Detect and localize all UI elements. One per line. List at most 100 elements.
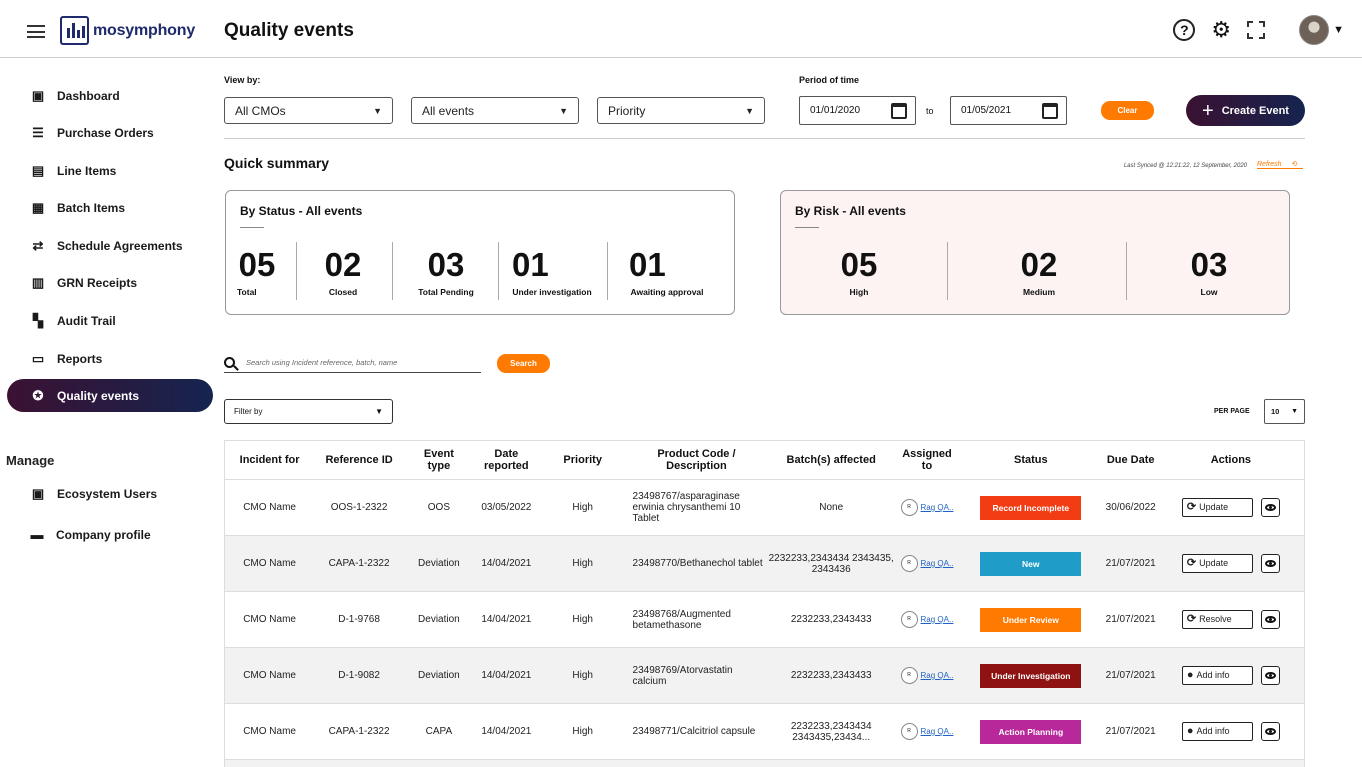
table-row[interactable]: CMO Name D-1-9768 Deviation 14/04/2021 H…	[224, 591, 1305, 648]
column-header[interactable]: Event type	[403, 440, 474, 480]
view-eye-icon[interactable]	[1260, 722, 1280, 741]
assignee-link[interactable]: Rag QA..	[921, 558, 954, 569]
stat-value: 01	[629, 246, 666, 283]
sidebar-item-label: Ecosystem Users	[57, 486, 158, 501]
column-header[interactable]: Status	[957, 440, 1104, 480]
stat-closed: 02 Closed	[318, 243, 368, 297]
actions-cell: ⟳ Resolve	[1157, 591, 1305, 648]
stat-label: Total	[237, 287, 257, 297]
table-row[interactable]: CMO Name CAPA-1-2322 Deviation 14/04/202…	[224, 535, 1305, 592]
chevron-down-icon: ▼	[373, 105, 382, 116]
sidebar-item-reports[interactable]: ▭ Reports	[7, 342, 213, 375]
page-title: Quality events	[224, 20, 354, 41]
priority-cell: High	[538, 479, 627, 536]
assignee-link[interactable]: Rag QA..	[921, 502, 954, 513]
settings-icon[interactable]: ⚙	[1211, 19, 1231, 41]
assignee-link[interactable]: Rag QA..	[921, 614, 954, 625]
column-header-label: Product Code / Description	[657, 448, 736, 472]
sidebar-item-label: Quality events	[57, 388, 140, 403]
column-header[interactable]: Date reported	[473, 440, 539, 480]
column-header[interactable]: Actions	[1157, 440, 1305, 480]
column-header[interactable]: Due Date	[1103, 440, 1158, 480]
users-icon: ▣	[31, 485, 45, 501]
help-icon[interactable]: ?	[1173, 19, 1196, 41]
chevron-down-icon: ▼	[375, 407, 383, 416]
date-from-input[interactable]: 01/01/2020	[799, 96, 916, 125]
column-header[interactable]: Batch(s) affected	[766, 440, 897, 480]
cmo-select[interactable]: All CMOs ▼	[224, 97, 393, 124]
divider	[224, 138, 1305, 139]
priority-cell: High	[538, 703, 627, 760]
date-from-value: 01/01/2020	[810, 105, 861, 116]
sidebar-item-quality-events[interactable]: ✪ Quality events	[7, 379, 213, 412]
action-button[interactable]: ⟳ Resolve	[1181, 610, 1253, 629]
calendar-icon[interactable]	[1042, 102, 1058, 119]
search-field[interactable]: Search using Incident reference, batch, …	[224, 352, 481, 373]
assignee-link[interactable]: Rag QA..	[921, 726, 954, 737]
line-items-icon: ▤	[31, 162, 45, 178]
status-badge: Under Review	[980, 607, 1082, 632]
event-type-cell: Deviation	[403, 647, 474, 704]
sidebar-item-line-items[interactable]: ▤ Line Items	[7, 154, 213, 187]
schedule-icon: ⇄	[32, 237, 44, 253]
column-header[interactable]: Incident for	[224, 440, 315, 480]
export-icon[interactable]	[1247, 21, 1266, 39]
priority-select[interactable]: Priority ▼	[597, 97, 765, 124]
create-event-button[interactable]: + Create Event	[1186, 95, 1305, 126]
calendar-icon[interactable]	[891, 102, 907, 119]
view-eye-icon[interactable]	[1260, 554, 1280, 573]
stat-label: Medium	[1022, 287, 1056, 297]
table-row[interactable]: CMO Name D-1-9082 Deviation 14/04/2021 H…	[224, 647, 1305, 704]
view-eye-icon[interactable]	[1260, 498, 1280, 517]
sidebar-item-dashboard[interactable]: ▣ Dashboard	[7, 79, 213, 112]
action-label: Update	[1199, 502, 1229, 512]
sidebar-item-company-profile[interactable]: ▬ Company profile	[7, 518, 213, 551]
action-button[interactable]: ⟳ Update	[1181, 554, 1253, 573]
sidebar-item-schedule-agreements[interactable]: ⇄ Schedule Agreements	[7, 229, 213, 262]
assigned-cell: R Rag QA..	[896, 479, 958, 536]
per-page-select[interactable]: 10 ▼	[1264, 399, 1305, 424]
search-input[interactable]: Search using Incident reference, batch, …	[246, 358, 397, 367]
column-header[interactable]: Reference ID	[314, 440, 404, 480]
table-row[interactable]: CMO Name OOS-1-2322 OOS 03/05/2022 High …	[224, 479, 1305, 536]
priority-cell: High	[538, 535, 627, 592]
action-button[interactable]: ⟳ Update	[1181, 498, 1253, 517]
status-cell: New	[957, 535, 1104, 592]
sidebar-item-label: Batch Items	[57, 200, 126, 215]
sidebar-item-label: Reports	[57, 351, 103, 366]
sidebar-item-grn-receipts[interactable]: ▥ GRN Receipts	[7, 266, 213, 299]
reports-icon: ▭	[31, 350, 45, 366]
table-row[interactable]: CMO Name CAPA-1-2322 CAPA 14/04/2021 Hig…	[224, 703, 1305, 760]
action-button[interactable]: ● Add info	[1181, 722, 1253, 741]
sidebar-item-purchase-orders[interactable]: ☰ Purchase Orders	[7, 116, 213, 149]
column-header[interactable]: Assigned to	[896, 440, 958, 480]
refresh-link[interactable]: Refresh ⟲	[1257, 160, 1303, 169]
avatar[interactable]	[1299, 15, 1330, 45]
events-select[interactable]: All events ▼	[411, 97, 579, 124]
assigned-cell: R Rag QA..	[896, 535, 958, 592]
view-eye-icon[interactable]	[1260, 610, 1280, 629]
due-date-cell: 21/07/2021	[1103, 535, 1158, 592]
clear-button[interactable]: Clear	[1101, 101, 1154, 120]
search-button[interactable]: Search	[497, 354, 550, 373]
chevron-down-icon[interactable]: ▼	[1333, 24, 1344, 36]
assignee-link[interactable]: Rag QA..	[921, 670, 954, 681]
sidebar-item-ecosystem-users[interactable]: ▣ Ecosystem Users	[7, 477, 213, 510]
action-button[interactable]: ● Add info	[1181, 666, 1253, 685]
table-row	[224, 760, 1305, 767]
column-header[interactable]: Product Code / Description	[626, 440, 767, 480]
date-reported-cell: 14/04/2021	[473, 591, 539, 648]
column-header[interactable]: Priority	[538, 440, 627, 480]
stat-high: 05 High	[829, 243, 889, 297]
menu-icon[interactable]	[27, 25, 45, 38]
top-bar: mosymphony Quality events ? ⚙ ▼	[0, 0, 1362, 58]
status-badge: Action Planning	[980, 719, 1082, 744]
status-cell: Under Review	[957, 591, 1104, 648]
sidebar-item-audit-trail[interactable]: ▚ Audit Trail	[7, 304, 213, 337]
sidebar-item-batch-items[interactable]: ▦ Batch Items	[7, 191, 213, 224]
logo[interactable]: mosymphony	[60, 15, 195, 46]
filter-by-select[interactable]: Filter by ▼	[224, 399, 393, 424]
stat-label: Awaiting approval	[630, 287, 704, 297]
view-eye-icon[interactable]	[1260, 666, 1280, 685]
date-to-input[interactable]: 01/05/2021	[950, 96, 1067, 125]
